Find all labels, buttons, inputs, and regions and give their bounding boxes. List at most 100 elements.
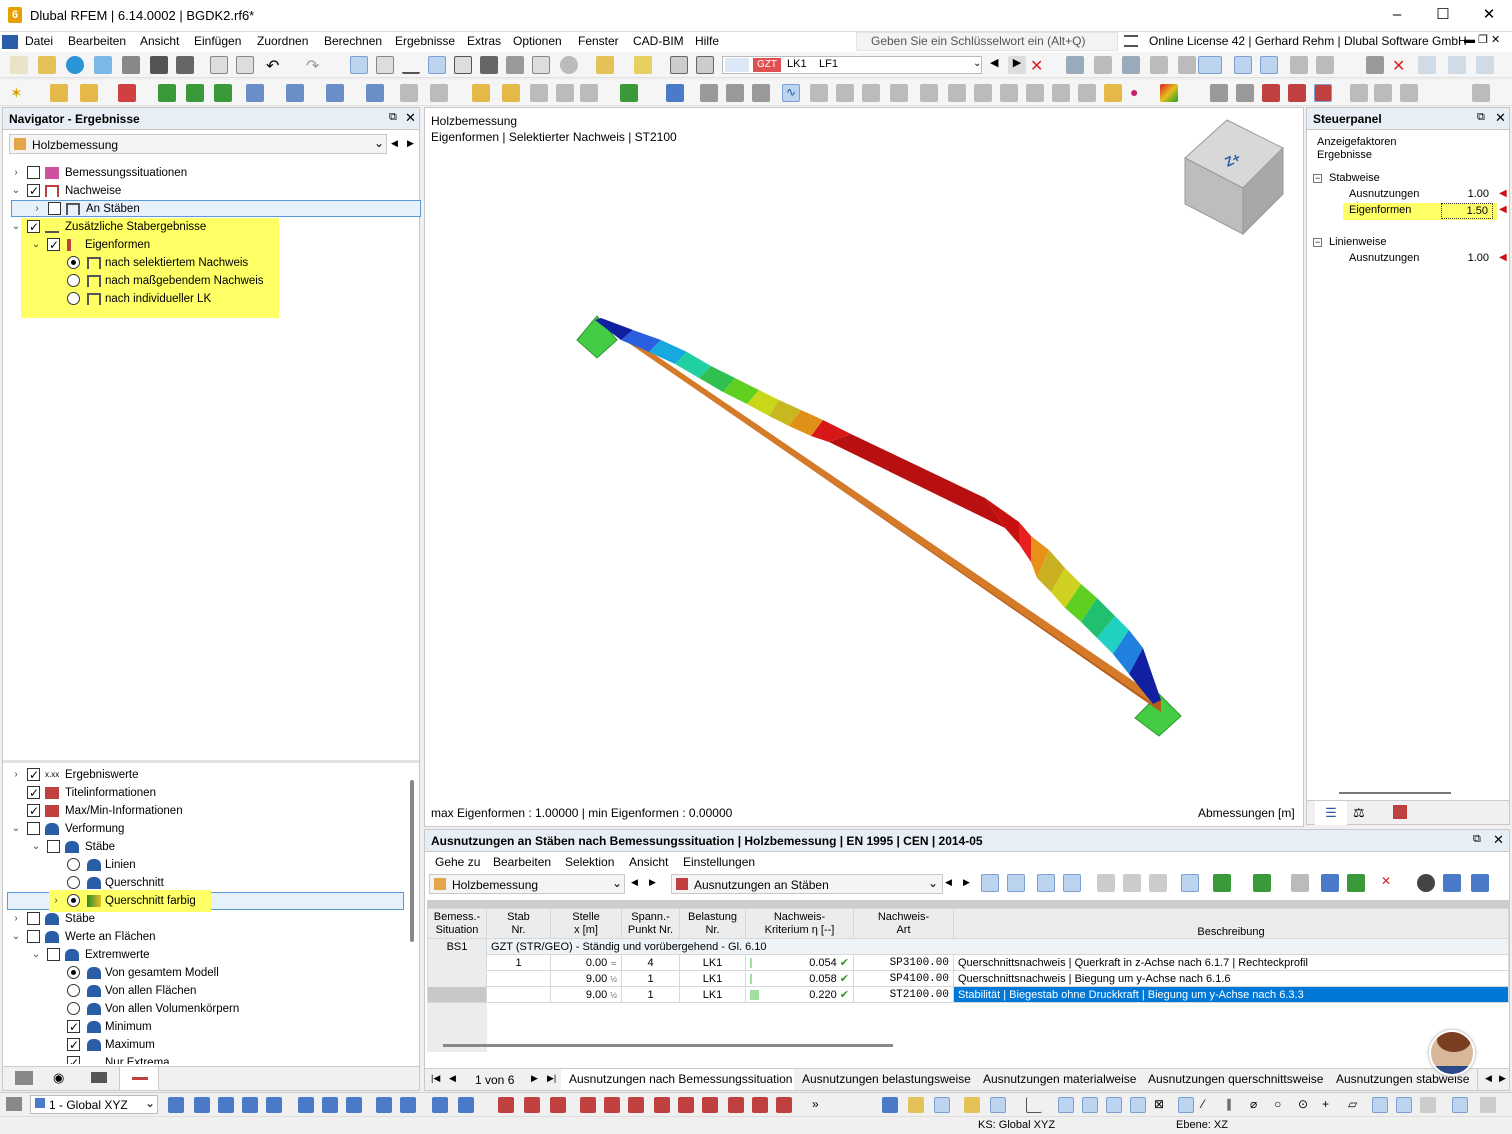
checkbox[interactable]	[48, 202, 61, 215]
view-tab-icon[interactable]: ◉	[53, 1070, 64, 1086]
dock-icon[interactable]: ⧉	[1477, 111, 1485, 124]
value-filter-icon[interactable]	[1347, 874, 1365, 892]
filter2-icon[interactable]	[1321, 874, 1339, 892]
lightning-icon[interactable]	[1104, 84, 1122, 102]
checkbox[interactable]	[27, 912, 40, 925]
support-node-icon[interactable]	[158, 84, 176, 102]
list-tab-icon[interactable]: ☰	[1315, 801, 1347, 825]
tree-eigenformen[interactable]: ⌄ Eigenformen	[11, 236, 271, 254]
dotted-square-icon[interactable]	[1396, 1097, 1412, 1113]
coord-system-dropdown[interactable]: 1 - Global XYZ ⌄	[30, 1095, 158, 1114]
radio-button[interactable]	[67, 966, 80, 979]
stairs-icon[interactable]	[862, 84, 880, 102]
results2-icon[interactable]	[696, 56, 714, 74]
radio-button[interactable]	[67, 274, 80, 287]
window-icon[interactable]	[1452, 1097, 1468, 1113]
collapse-icon[interactable]: −	[1313, 238, 1322, 247]
scrollbar-thumb[interactable]	[410, 780, 414, 942]
table3-icon[interactable]	[1149, 874, 1167, 892]
menu-berechnen[interactable]: Berechnen	[324, 34, 382, 48]
plate-icon[interactable]	[810, 84, 828, 102]
navigator-dropdown[interactable]: Holzbemessung ⌄	[9, 134, 387, 154]
select-icon[interactable]	[981, 874, 999, 892]
panel-icon[interactable]	[428, 56, 446, 74]
tree-an-staeben[interactable]: › An Stäben	[11, 200, 421, 217]
radio-button[interactable]	[67, 292, 80, 305]
tree-staebe-verformung[interactable]: ⌄ Stäbe	[11, 838, 401, 856]
checkbox[interactable]	[67, 1018, 80, 1036]
clipboard-icon[interactable]	[532, 56, 550, 74]
select2-icon[interactable]	[1007, 874, 1025, 892]
checkbox[interactable]	[67, 1036, 80, 1054]
radio-button[interactable]	[67, 858, 80, 871]
app-menu-icon[interactable]	[2, 35, 18, 49]
checkbox[interactable]	[67, 1054, 80, 1064]
snap1-icon[interactable]	[168, 1097, 184, 1113]
table-row-group[interactable]: BS1 GZT (STR/GEO) - Ständig und vorüberg…	[427, 938, 1509, 955]
star-icon[interactable]: ✶	[10, 84, 28, 102]
draw1-icon[interactable]	[498, 1097, 514, 1113]
next-arrow-icon[interactable]: ▶	[407, 138, 414, 149]
split3-icon[interactable]	[1314, 84, 1332, 102]
chevron-down-icon[interactable]: ⌄	[11, 928, 21, 946]
snap9-icon[interactable]	[376, 1097, 392, 1113]
checkbox[interactable]	[27, 784, 40, 802]
scrollbar[interactable]	[1339, 792, 1451, 794]
results-menu-selektion[interactable]: Selektion	[565, 855, 614, 869]
tree-maximum[interactable]: Maximum	[11, 1036, 401, 1054]
table-row-selected[interactable]: 9.00 ½ 1 LK1 0.220 ✔ ST2100.00 Stabilitä…	[427, 986, 1509, 1003]
prev-arrow-icon[interactable]: ◀	[945, 877, 952, 888]
mirror-icon[interactable]	[556, 84, 574, 102]
next-page-icon[interactable]: ▶	[531, 1073, 538, 1084]
dimension-icon[interactable]	[402, 56, 420, 74]
columns-icon[interactable]	[1471, 874, 1489, 892]
info-icon[interactable]	[1417, 874, 1435, 892]
chevron-down-icon[interactable]: ⌄	[11, 218, 21, 236]
solid-icon[interactable]	[246, 84, 264, 102]
fill-icon[interactable]	[1178, 56, 1196, 74]
results-tab[interactable]	[119, 1067, 159, 1091]
tab-materialweise[interactable]: Ausnutzungen materialweise	[975, 1069, 1146, 1090]
color-scale-icon[interactable]	[1160, 84, 1178, 102]
tab-scroll-left-icon[interactable]: ◀	[1485, 1073, 1492, 1084]
pin-icon[interactable]	[430, 84, 448, 102]
support-surface-icon[interactable]	[214, 84, 232, 102]
excel-icon[interactable]	[1213, 874, 1231, 892]
snap10-icon[interactable]	[400, 1097, 416, 1113]
results-dropdown-module[interactable]: Holzbemessung ⌄	[429, 874, 625, 894]
chevron-down-icon[interactable]: ⌄	[31, 838, 41, 856]
tab-belastungsweise[interactable]: Ausnutzungen belastungsweise	[794, 1069, 980, 1090]
next-arrow-icon[interactable]: ▶	[649, 877, 656, 888]
export-icon[interactable]	[1253, 874, 1271, 892]
checkbox[interactable]	[47, 948, 60, 961]
bucket-icon[interactable]	[1366, 56, 1384, 74]
script-icon[interactable]	[454, 56, 472, 74]
draw12-icon[interactable]	[776, 1097, 792, 1113]
loadcase-combo[interactable]: GZT LK1 LF1 ⌄	[722, 56, 982, 74]
radio-button[interactable]	[67, 1002, 80, 1015]
snap11-icon[interactable]	[432, 1097, 448, 1113]
close-panel-icon[interactable]: ✕	[1493, 832, 1504, 848]
tree-werte-an-flaechen[interactable]: ⌄ Werte an Flächen	[11, 928, 401, 946]
snap3-icon[interactable]	[218, 1097, 234, 1113]
line-draw-icon[interactable]	[50, 84, 68, 102]
arrange-icon[interactable]	[580, 84, 598, 102]
checkbox[interactable]	[27, 166, 40, 179]
load-icon[interactable]	[118, 84, 136, 102]
horizontal-scrollbar[interactable]	[443, 1044, 893, 1047]
quadrant-icon[interactable]: ▱	[1348, 1097, 1364, 1113]
row-eigenformen-value[interactable]: 1.50	[1441, 203, 1493, 219]
tree-staebe[interactable]: › Stäbe	[11, 910, 401, 928]
data-tab-icon[interactable]	[15, 1071, 33, 1085]
member-draw-icon[interactable]	[80, 84, 98, 102]
support-line-icon[interactable]	[186, 84, 204, 102]
tree-bemessungssituationen[interactable]: › Bemessungssituationen	[11, 164, 411, 182]
prev-arrow-icon[interactable]: ◀	[391, 138, 398, 149]
tree-titelinformationen[interactable]: Titelinformationen	[11, 784, 401, 802]
search-input[interactable]: Geben Sie ein Schlüsselwort ein (Alt+Q)	[856, 32, 1118, 51]
checkbox[interactable]	[27, 182, 40, 200]
chevron-right-icon[interactable]: ›	[51, 892, 61, 910]
tri-icon[interactable]	[1400, 84, 1418, 102]
menu-ergebnisse[interactable]: Ergebnisse	[395, 34, 455, 48]
more-icon[interactable]: »	[812, 1097, 828, 1113]
